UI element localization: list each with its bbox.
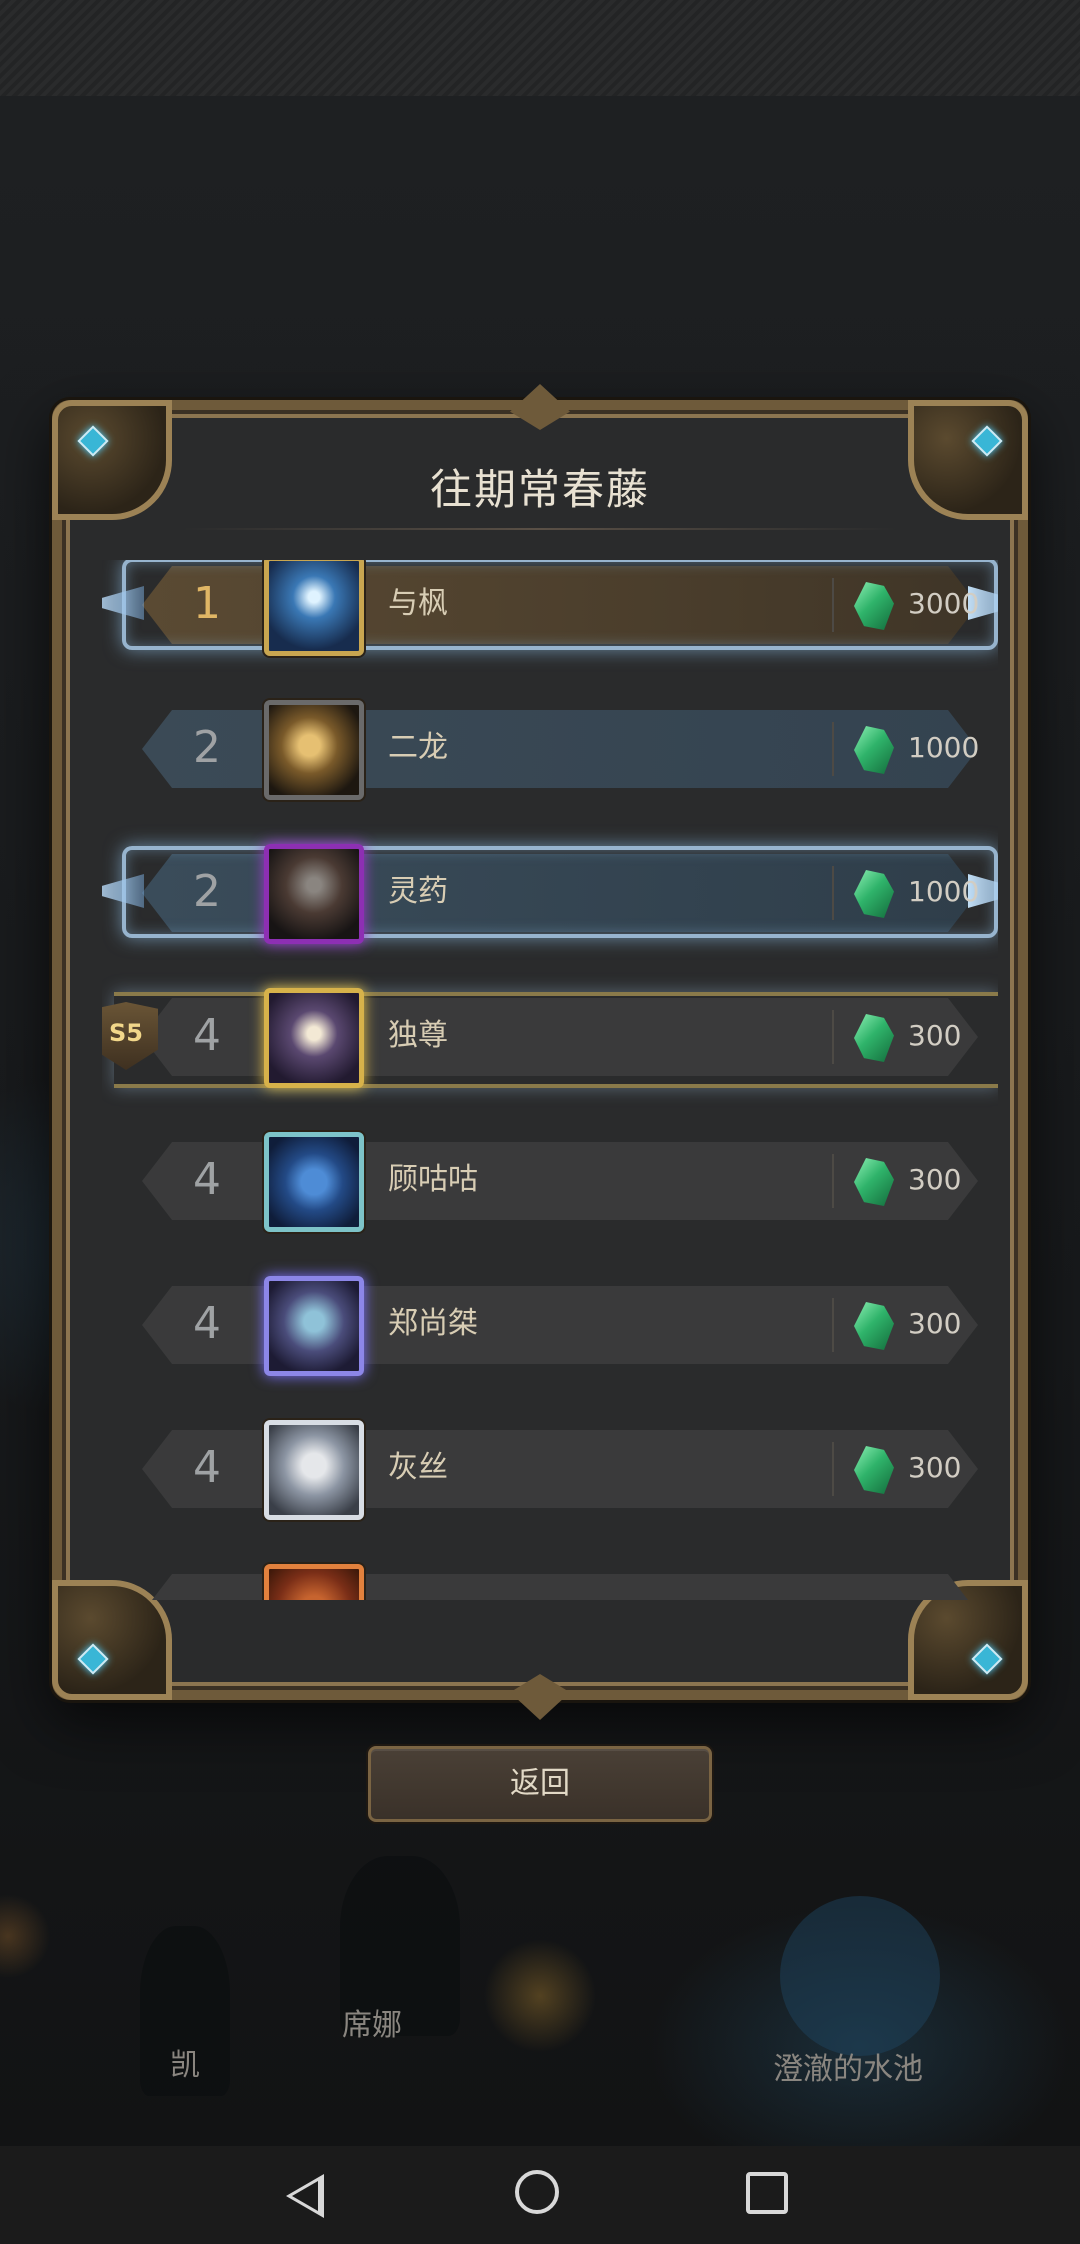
row-divider bbox=[832, 1298, 834, 1352]
rank-number: 4 bbox=[193, 1010, 221, 1061]
leaderboard-row[interactable]: S5 4 独尊 300 bbox=[102, 988, 998, 1088]
row-divider bbox=[832, 866, 834, 920]
reward-amount: 1000 bbox=[908, 875, 980, 908]
row-divider bbox=[832, 1442, 834, 1496]
background-pool bbox=[780, 1896, 940, 2056]
player-name: 郑尚桀 bbox=[388, 1306, 478, 1341]
rank-number: 4 bbox=[193, 1154, 221, 1205]
corner-gem-icon bbox=[971, 425, 1003, 457]
leaderboard-row[interactable]: 2 二龙 1000 bbox=[102, 700, 998, 800]
rank-number: 4 bbox=[193, 1442, 221, 1493]
player-name: 灵药 bbox=[388, 874, 448, 909]
scene-label-clear-pool[interactable]: 澄澈的水池 bbox=[773, 2044, 923, 2088]
top-status-strip bbox=[0, 0, 1080, 98]
corner-gem-icon bbox=[77, 1643, 109, 1675]
title-divider bbox=[182, 528, 898, 530]
rank-number: 2 bbox=[193, 722, 221, 773]
scene-label-xina[interactable]: 席娜 bbox=[342, 2000, 402, 2044]
leaderboard-row[interactable]: 1 与枫 3000 bbox=[102, 560, 998, 656]
corner-gem-icon bbox=[971, 1643, 1003, 1675]
leaderboard-row[interactable]: 2 灵药 1000 bbox=[102, 844, 998, 944]
player-avatar[interactable] bbox=[264, 1276, 364, 1376]
leaderboard-row-partial[interactable] bbox=[102, 1564, 998, 1600]
rank-number: 1 bbox=[193, 578, 221, 629]
scene-label-kai[interactable]: 凯 bbox=[170, 2040, 200, 2084]
system-navigation-bar bbox=[0, 2146, 1080, 2244]
rank-number: 4 bbox=[193, 1298, 221, 1349]
player-avatar[interactable] bbox=[264, 988, 364, 1088]
reward-amount: 1000 bbox=[908, 731, 980, 764]
player-name: 顾咕咕 bbox=[388, 1162, 478, 1197]
player-name: 与枫 bbox=[388, 586, 448, 621]
player-name: 二龙 bbox=[388, 730, 448, 765]
leaderboard-row[interactable]: 4 郑尚桀 300 bbox=[102, 1276, 998, 1376]
row-divider bbox=[832, 578, 834, 632]
player-avatar[interactable] bbox=[264, 1420, 364, 1520]
leaderboard-list[interactable]: 1 与枫 3000 2 二龙 1000 2 灵药 1000 S5 4 独尊 30… bbox=[102, 560, 998, 1600]
player-name: 独尊 bbox=[388, 1018, 448, 1053]
leaderboard-dialog: 往期常春藤 1 与枫 3000 2 二龙 1000 2 灵药 1000 S5 4… bbox=[52, 384, 1028, 1720]
reward-amount: 300 bbox=[908, 1019, 962, 1052]
player-avatar[interactable] bbox=[264, 700, 364, 800]
player-avatar[interactable] bbox=[264, 1564, 364, 1600]
player-avatar[interactable] bbox=[264, 844, 364, 944]
player-avatar[interactable] bbox=[264, 560, 364, 656]
player-avatar[interactable] bbox=[264, 1132, 364, 1232]
rank-number: 2 bbox=[193, 866, 221, 917]
back-button[interactable]: 返回 bbox=[368, 1746, 712, 1822]
square-recents-icon[interactable] bbox=[746, 2172, 788, 2214]
player-name: 灰丝 bbox=[388, 1450, 448, 1485]
dialog-title: 往期常春藤 bbox=[429, 465, 650, 514]
reward-amount: 300 bbox=[908, 1307, 962, 1340]
corner-gem-icon bbox=[77, 425, 109, 457]
row-divider bbox=[832, 1010, 834, 1064]
triangle-back-icon[interactable] bbox=[286, 2174, 324, 2218]
reward-amount: 300 bbox=[908, 1163, 962, 1196]
reward-amount: 300 bbox=[908, 1451, 962, 1484]
row-divider bbox=[832, 1154, 834, 1208]
leaderboard-row[interactable]: 4 顾咕咕 300 bbox=[102, 1132, 998, 1232]
leaderboard-row[interactable]: 4 灰丝 300 bbox=[102, 1420, 998, 1520]
circle-home-icon[interactable] bbox=[515, 2170, 559, 2214]
reward-amount: 3000 bbox=[908, 587, 980, 620]
row-divider bbox=[832, 722, 834, 776]
